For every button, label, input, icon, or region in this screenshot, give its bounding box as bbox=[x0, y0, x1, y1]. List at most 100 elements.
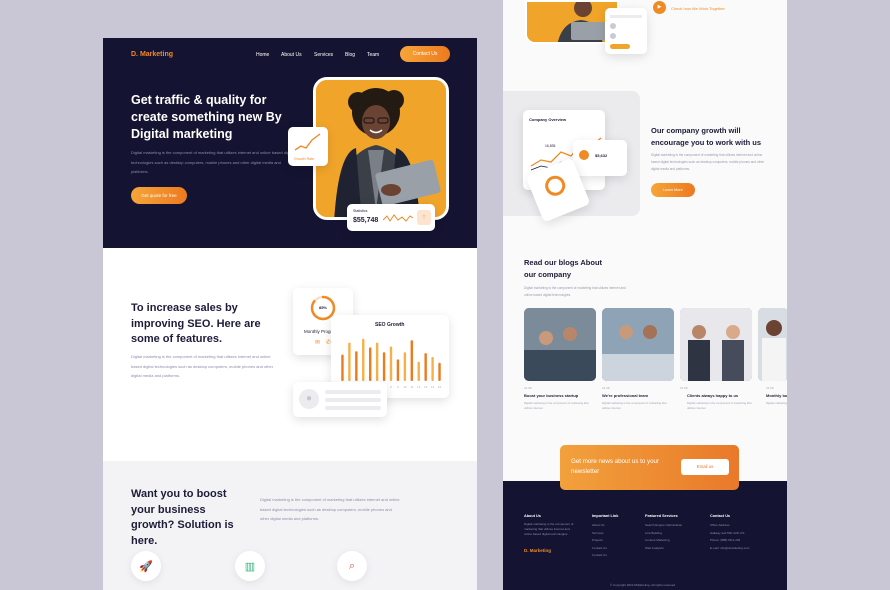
growth-description: Digital marketing is the component of ma… bbox=[651, 153, 765, 171]
nav-services[interactable]: Services bbox=[314, 52, 333, 58]
chart-bar bbox=[431, 357, 434, 381]
chart-bar bbox=[438, 362, 441, 381]
donut-icon bbox=[542, 172, 569, 199]
footer-link-list: About Us Services Projects Contact Us Co… bbox=[592, 522, 607, 560]
blog-post-desc: Digital marketing bbox=[766, 401, 787, 405]
landing-page-right: ▶ Check how We Work Together Company Ove… bbox=[503, 0, 787, 590]
seo-title: To increase sales by improving SEO. Here… bbox=[131, 302, 261, 345]
footer-contact-item: Phone: (888) 98-4-439 bbox=[710, 538, 741, 543]
avatar bbox=[610, 23, 616, 29]
chart-bar bbox=[424, 353, 427, 381]
blog-image[interactable] bbox=[524, 308, 596, 381]
footer-link[interactable]: Content Marketing bbox=[645, 537, 682, 545]
seo-description: Digital marketing is the component of ma… bbox=[131, 354, 274, 378]
blog-post-title[interactable]: We're professional team bbox=[602, 393, 648, 398]
footer-about-desc: Digital marketing is the component of ma… bbox=[524, 522, 574, 536]
chart-bar bbox=[396, 359, 400, 381]
avatar bbox=[610, 33, 616, 39]
boost-description: Digital marketing is the component of ma… bbox=[260, 497, 400, 521]
boost-section: Want you to boost your business growth? … bbox=[103, 461, 477, 590]
chart-bar bbox=[369, 347, 372, 381]
footer: About Us Digital marketing is the compon… bbox=[503, 481, 787, 590]
get-quote-button[interactable]: Get quote for free bbox=[131, 187, 187, 204]
user-card: ● bbox=[293, 382, 387, 417]
rocket-icon: 🚀 bbox=[131, 551, 161, 581]
blog-image[interactable] bbox=[680, 308, 752, 381]
footer-contact-item: Hallway and 50C 22th US bbox=[710, 530, 745, 535]
blog-post-desc: Digital marketing is the component of ma… bbox=[687, 401, 752, 410]
blog-post-desc: Digital marketing is the component of ma… bbox=[524, 401, 589, 410]
mail-icon: ✉ bbox=[315, 340, 321, 346]
placeholder-line bbox=[325, 398, 381, 402]
user-avatar-icon: ● bbox=[299, 389, 319, 409]
blog-date: 21.08 bbox=[524, 386, 532, 390]
hero-photo bbox=[313, 77, 449, 220]
x-tick-label: 15 bbox=[438, 385, 442, 389]
chart-title: SEO Growth bbox=[375, 322, 405, 328]
mini-button[interactable] bbox=[610, 44, 630, 49]
newsletter-text: Get more news about us to your newslette… bbox=[571, 458, 660, 475]
arrow-up-icon: ↑ bbox=[417, 210, 431, 225]
chart-bar bbox=[355, 351, 358, 381]
blog-description: Digital marketing is the component of ma… bbox=[524, 286, 626, 297]
x-tick-label: 10 bbox=[403, 385, 407, 389]
footer-link[interactable]: Contact Us bbox=[592, 545, 607, 553]
blog-post-title[interactable]: Boost your business startup bbox=[524, 393, 578, 398]
chart-bar bbox=[417, 361, 420, 381]
footer-logo[interactable]: D. Marketing bbox=[524, 548, 551, 553]
learn-more-button[interactable]: Learn More bbox=[651, 183, 695, 197]
play-icon[interactable]: ▶ bbox=[653, 1, 666, 14]
statistics-label: Statistics bbox=[353, 209, 368, 213]
footer-link[interactable]: Services bbox=[592, 530, 607, 538]
blog-date: 21.08 bbox=[680, 386, 688, 390]
avatar bbox=[579, 150, 589, 160]
copyright: © Copyright 2022 DMarketing. All rights … bbox=[610, 583, 676, 587]
email-us-button[interactable]: Email us bbox=[681, 459, 729, 475]
footer-about-title: About Us bbox=[524, 514, 541, 518]
growth-title: Our company growth will encourage you to… bbox=[651, 126, 762, 147]
blog-image[interactable] bbox=[758, 308, 787, 381]
footer-col-title: Contact Us bbox=[710, 514, 731, 518]
nav-blog[interactable]: Blog bbox=[345, 52, 355, 58]
chart-bar bbox=[410, 340, 413, 381]
nav-home[interactable]: Home bbox=[256, 52, 269, 58]
footer-link[interactable]: Link Building bbox=[645, 530, 682, 538]
footer-link[interactable]: Contact Us bbox=[592, 552, 607, 560]
mini-profile-card bbox=[605, 8, 647, 54]
hero-section: D. Marketing Home About Us Services Blog… bbox=[103, 38, 477, 248]
chart-icon: ▥ bbox=[235, 551, 265, 581]
contact-us-button[interactable]: Contact Us bbox=[400, 46, 450, 62]
chart-bar bbox=[348, 342, 351, 381]
hero-description: Digital marketing is the component of ma… bbox=[131, 150, 295, 174]
nav-team[interactable]: Team bbox=[367, 52, 379, 58]
progress-label: Monthly Progr bbox=[304, 329, 333, 334]
footer-link[interactable]: About Us bbox=[592, 522, 607, 530]
overview-small-value: $5,632 bbox=[595, 153, 608, 158]
progress-value: 85% bbox=[318, 305, 327, 310]
blog-title: Read our blogs About our company bbox=[524, 258, 603, 279]
x-tick-label: 8 bbox=[390, 385, 392, 389]
blog-post-title[interactable]: Clients always happy to us bbox=[687, 393, 738, 398]
nav-about[interactable]: About Us bbox=[281, 52, 302, 58]
chart-bar bbox=[375, 342, 379, 381]
watch-video-link[interactable]: Check how We Work Together bbox=[671, 6, 725, 11]
blog-image[interactable] bbox=[602, 308, 674, 381]
hero-title: Get traffic & quality for create somethi… bbox=[131, 93, 282, 141]
footer-link[interactable]: Search Engine Optimization bbox=[645, 522, 682, 530]
x-tick-label: 13 bbox=[424, 385, 428, 389]
chart-bar bbox=[382, 352, 386, 381]
footer-contact-list: Office Address Hallway and 50C 22th US P… bbox=[710, 522, 749, 552]
footer-contact-item: Office Address bbox=[710, 523, 730, 527]
statistics-card: Statistics $55,748 ↑ bbox=[347, 204, 435, 231]
footer-link[interactable]: Web Analytics bbox=[645, 545, 682, 553]
footer-link-list: Search Engine Optimization Link Building… bbox=[645, 522, 682, 552]
logo[interactable]: D. Marketing bbox=[131, 51, 173, 58]
statistics-wave-icon bbox=[383, 214, 413, 222]
blog-post-desc: Digital marketing is the component of ma… bbox=[602, 401, 667, 410]
placeholder-line bbox=[610, 15, 642, 18]
chart-bar bbox=[341, 354, 344, 381]
placeholder-line bbox=[325, 406, 381, 410]
footer-link[interactable]: Projects bbox=[592, 537, 607, 545]
blog-post-title[interactable]: Monthly bu bbox=[766, 393, 787, 398]
x-tick-label: 11 bbox=[410, 385, 413, 389]
